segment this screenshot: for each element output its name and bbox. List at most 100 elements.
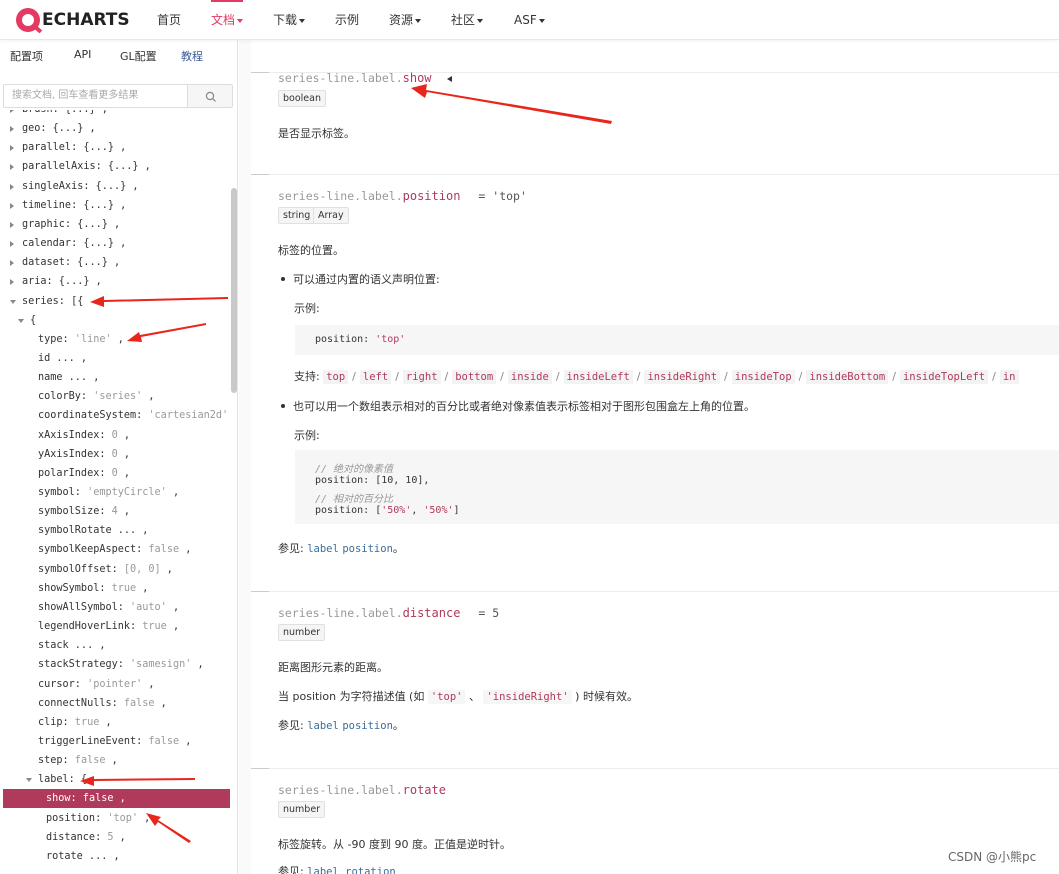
collapse-triangle-icon[interactable] — [446, 75, 454, 83]
tree-item-value: 0 — [105, 467, 118, 479]
tree-item[interactable]: symbolOffset: [0, 0] , — [0, 560, 230, 579]
tree-item[interactable]: yAxisIndex: 0 , — [0, 445, 230, 464]
nav-item-asf[interactable]: ASF — [514, 0, 545, 40]
collapse-triangle-icon[interactable] — [10, 299, 16, 304]
code-block-1: position: 'top' — [295, 325, 1059, 355]
tree-item[interactable]: series: [{ — [0, 292, 230, 311]
tree-item[interactable]: colorBy: 'series' , — [0, 387, 230, 406]
tree-item[interactable]: step: false , — [0, 751, 230, 770]
support-option: bottom — [452, 370, 497, 384]
tree-item[interactable]: label: { — [0, 770, 230, 789]
tree-item[interactable]: dataset: {...} , — [0, 253, 230, 272]
tree-item[interactable]: distance: 5 , — [0, 828, 230, 847]
tree-item[interactable]: parallel: {...} , — [0, 138, 230, 157]
link-label[interactable]: label — [307, 543, 339, 555]
support-option: insideBottom — [806, 370, 889, 384]
nav-item-home[interactable]: 首页 — [157, 0, 181, 40]
link-label[interactable]: label — [307, 720, 339, 732]
tree-item[interactable]: graphic: {...} , — [0, 215, 230, 234]
collapse-triangle-icon[interactable] — [26, 778, 32, 783]
tree-item[interactable]: position: 'top' , — [0, 809, 230, 828]
support-option: left — [359, 370, 392, 384]
nav-item-docs[interactable]: 文档 — [211, 0, 244, 40]
tree-item[interactable]: coordinateSystem: 'cartesian2d' — [0, 406, 230, 425]
tree-item-key: symbolRotate ... , — [38, 525, 149, 537]
tree-item-value: 'samesign' — [123, 659, 192, 671]
tree-item[interactable]: rotate ... , — [0, 847, 230, 866]
tree-item-key: symbol: 'emptyCircle' , — [38, 487, 180, 498]
link-position[interactable]: position — [342, 543, 393, 555]
chevron-down-icon — [299, 18, 306, 23]
expand-triangle-icon[interactable] — [10, 241, 14, 248]
chevron-down-icon — [538, 18, 545, 23]
tree-item-key: symbolSize: 4 , — [38, 506, 131, 518]
section-divider — [251, 591, 1059, 592]
tab-api[interactable]: API — [74, 48, 91, 61]
tree-item[interactable]: calendar: {...} , — [0, 234, 230, 253]
tree-item-key: distance: 5 , — [46, 831, 126, 843]
tree-item[interactable]: showSymbol: true , — [0, 579, 230, 598]
tree-item-value: true — [136, 621, 167, 633]
tree-item[interactable]: triggerLineEvent: false , — [0, 732, 230, 751]
expand-triangle-icon[interactable] — [10, 260, 14, 267]
nav-item-resources[interactable]: 资源 — [389, 0, 422, 40]
expand-triangle-icon[interactable] — [10, 202, 14, 209]
position-bullet-2: 也可以用一个数组表示相对的百分比或者绝对像素值表示标签相对于图形包围盒左上角的位… — [293, 400, 755, 413]
collapse-triangle-icon[interactable] — [18, 318, 24, 323]
tree-item[interactable]: singleAxis: {...} , — [0, 177, 230, 196]
tree-item[interactable]: symbolSize: 4 , — [0, 502, 230, 521]
nav-item-examples[interactable]: 示例 — [335, 0, 359, 40]
search-button[interactable] — [187, 84, 233, 108]
tree-item[interactable]: xAxisIndex: 0 , — [0, 426, 230, 445]
expand-triangle-icon[interactable] — [10, 221, 14, 228]
tree-item-key: symbolKeepAspect: false , — [38, 544, 192, 556]
position-bullet-1: 可以通过内置的语义声明位置: — [293, 273, 440, 286]
tree-item[interactable]: id ... , — [0, 349, 230, 368]
support-option: insideRight — [644, 370, 721, 384]
tree-item-value: 'auto' — [123, 601, 167, 613]
tree-item[interactable]: geo: {...} , — [0, 119, 230, 138]
tree-item[interactable]: connectNulls: false , — [0, 694, 230, 713]
expand-triangle-icon[interactable] — [10, 145, 14, 152]
tree-item[interactable]: timeline: {...} , — [0, 196, 230, 215]
doc-content: series-line.label.show boolean 是否显示标签。 s… — [251, 40, 1059, 874]
tree-item[interactable]: symbol: 'emptyCircle' , — [0, 483, 230, 502]
show-description: 是否显示标签。 — [278, 127, 355, 140]
tree-item[interactable]: clip: true , — [0, 713, 230, 732]
prop-title-position: series-line.label.position = 'top' — [278, 189, 527, 203]
expand-triangle-icon[interactable] — [10, 164, 14, 171]
tab-tutorial[interactable]: 教程 — [181, 48, 203, 64]
link-label-rotation[interactable]: label rotation — [307, 866, 396, 874]
tab-gl-option[interactable]: GL配置 — [120, 48, 157, 64]
tree-item[interactable]: stack ... , — [0, 636, 230, 655]
nav-item-community[interactable]: 社区 — [451, 0, 484, 40]
support-option: top — [323, 370, 349, 384]
search-input[interactable]: 搜索文档, 回车查看更多结果 — [3, 84, 188, 108]
tree-item[interactable]: brush: {...} , — [0, 110, 230, 119]
tree-item[interactable]: { — [0, 311, 230, 330]
expand-triangle-icon[interactable] — [10, 126, 14, 133]
tree-item[interactable]: name ... , — [0, 368, 230, 387]
tree-item[interactable]: legendHoverLink: true , — [0, 617, 230, 636]
nav-item-download[interactable]: 下载 — [273, 0, 306, 40]
expand-triangle-icon[interactable] — [10, 279, 14, 286]
tree-item[interactable]: parallelAxis: {...} , — [0, 157, 230, 176]
expand-triangle-icon[interactable] — [10, 183, 14, 190]
sidebar-scrollbar[interactable] — [231, 188, 237, 393]
tree-item[interactable]: symbolKeepAspect: false , — [0, 540, 230, 559]
tree-item[interactable]: stackStrategy: 'samesign' , — [0, 655, 230, 674]
tree-item[interactable]: aria: {...} , — [0, 272, 230, 291]
tree-item-key: parallelAxis: {...} , — [22, 161, 151, 173]
tree-item[interactable]: symbolRotate ... , — [0, 521, 230, 540]
tree-item[interactable]: cursor: 'pointer' , — [0, 675, 230, 694]
tree-item[interactable]: type: 'line' , — [0, 330, 230, 349]
tree-item[interactable]: polarIndex: 0 , — [0, 464, 230, 483]
link-position[interactable]: position — [342, 720, 393, 732]
echarts-logo[interactable]: ECHARTS — [16, 7, 130, 33]
tree-item-key: polarIndex: 0 , — [38, 467, 131, 479]
tree-item-selected[interactable]: show: false , — [3, 789, 230, 809]
tree-item-value: true — [105, 582, 137, 594]
expand-triangle-icon[interactable] — [10, 110, 14, 113]
tree-item[interactable]: showAllSymbol: 'auto' , — [0, 598, 230, 617]
tab-option[interactable]: 配置项 — [10, 48, 43, 64]
